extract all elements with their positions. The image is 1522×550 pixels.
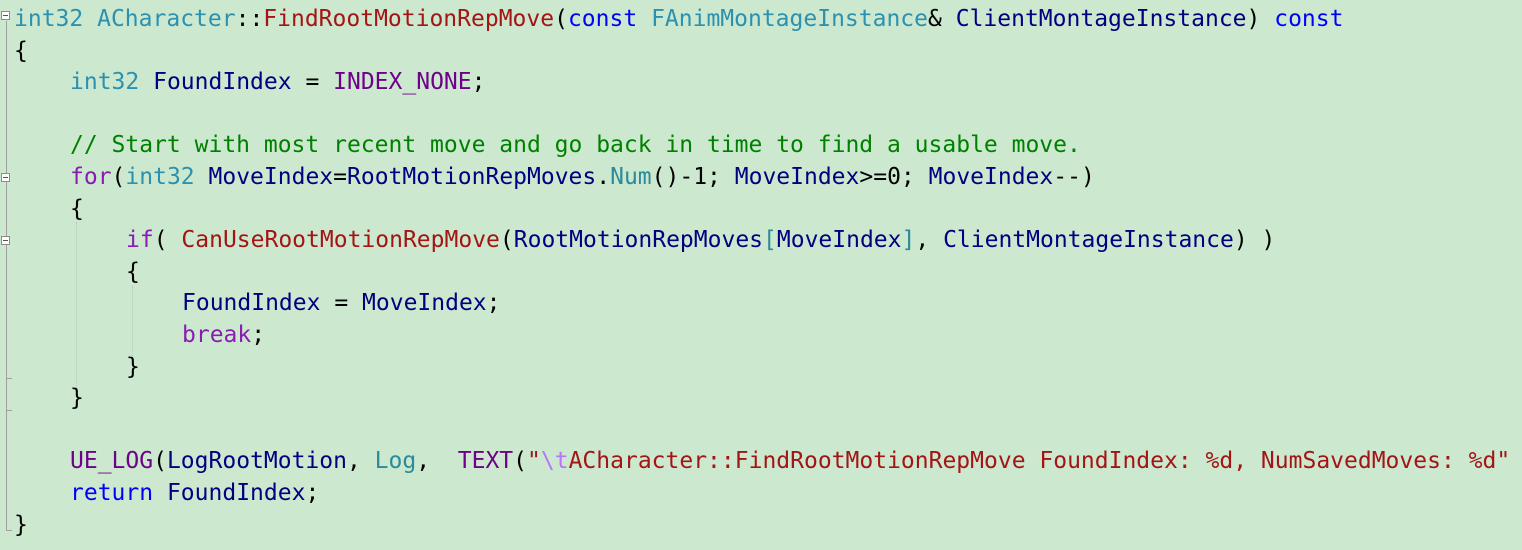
code-token: ; [471, 69, 486, 96]
code-token: [ [763, 227, 777, 254]
code-line[interactable]: // Start with most recent move and go ba… [70, 130, 1081, 161]
collapse-if-icon[interactable] [1, 236, 10, 245]
code-token: UE_LOG [70, 448, 154, 475]
code-line[interactable]: } [126, 352, 140, 383]
code-token: ClientMontageInstance [955, 6, 1247, 32]
code-token: --) [1053, 164, 1095, 190]
code-token: Num [610, 164, 652, 190]
code-token: = [320, 290, 363, 317]
code-token: MoveIndex [776, 227, 902, 254]
code-line[interactable]: { [14, 36, 28, 67]
outline-end-tick [6, 378, 12, 379]
code-token: int32 [70, 69, 140, 96]
code-token: & [928, 6, 956, 32]
code-token: = [291, 69, 334, 96]
code-line[interactable]: return FoundIndex; [70, 478, 319, 509]
code-token: // Start with most recent move and go ba… [70, 132, 1081, 159]
code-token: { [70, 195, 84, 222]
code-token: FAnimMontageInstance [651, 6, 929, 32]
code-line[interactable]: { [126, 257, 140, 288]
code-token: int32 [125, 164, 195, 190]
code-token: TEXT [457, 448, 514, 475]
code-line[interactable]: break; [182, 320, 265, 351]
code-token: FoundIndex [182, 290, 321, 317]
code-token: ; [486, 290, 501, 317]
code-token: ) ) [1233, 227, 1276, 254]
code-token: int32 [14, 6, 84, 32]
code-editor[interactable]: int32 ACharacter::FindRootMotionRepMove(… [0, 0, 1522, 550]
code-token: INDEX_NONE [333, 69, 472, 96]
code-token: } [70, 385, 84, 412]
code-token: ( [153, 448, 167, 475]
code-line[interactable]: } [70, 383, 84, 414]
code-token: MoveIndex [362, 290, 487, 317]
code-token: ( [499, 227, 514, 254]
code-token: ( [554, 6, 568, 32]
code-token: FoundIndex [153, 69, 292, 96]
code-token: RootMotionRepMoves [347, 164, 597, 190]
code-token: ClientMontageInstance [943, 227, 1234, 254]
code-token: MoveIndex [928, 164, 1054, 190]
code-line[interactable]: { [70, 194, 84, 225]
code-line[interactable]: int32 FoundIndex = INDEX_NONE; [70, 67, 485, 98]
outline-end-tick [6, 530, 12, 531]
code-token: ()-1; [651, 164, 735, 190]
code-line[interactable]: FoundIndex = MoveIndex; [182, 288, 501, 319]
code-token: , [915, 227, 944, 254]
code-token: " [527, 448, 541, 475]
indent-guide [76, 222, 77, 392]
code-token: ) [1246, 6, 1275, 32]
code-token: { [126, 258, 140, 285]
outline-line [6, 21, 7, 531]
code-token: FoundIndex [166, 480, 306, 506]
code-token: const [567, 6, 638, 32]
code-token: } [126, 353, 140, 380]
outlining-margin [0, 0, 14, 550]
code-token: CanUseRootMotionRepMove [181, 227, 500, 254]
code-token: MoveIndex [208, 164, 334, 190]
code-token: . [596, 164, 611, 190]
code-token: ( [513, 448, 528, 475]
code-line[interactable]: if( CanUseRootMotionRepMove(RootMotionRe… [126, 225, 1275, 256]
code-token: Log [374, 448, 417, 475]
code-token: :: [235, 6, 264, 32]
code-token: ; [305, 480, 320, 506]
code-token: , [346, 448, 375, 475]
collapse-function-icon[interactable] [1, 11, 10, 20]
code-token: ACharacter [97, 6, 236, 32]
code-token: ACharacter::FindRootMotionRepMove FoundI… [568, 448, 1511, 475]
code-token: MoveIndex [734, 164, 860, 190]
code-token: \t [540, 448, 569, 475]
code-token: = [333, 164, 347, 190]
code-line[interactable]: for(int32 MoveIndex=RootMotionRepMoves.N… [70, 162, 1095, 193]
collapse-for-icon[interactable] [1, 173, 10, 182]
indent-guide [132, 286, 133, 360]
code-token: if [126, 227, 154, 254]
code-token: ] [901, 227, 916, 254]
code-line[interactable]: int32 ACharacter::FindRootMotionRepMove(… [14, 4, 1343, 35]
code-token: } [14, 511, 28, 538]
code-token: ( [111, 164, 126, 190]
code-token: ( [153, 227, 182, 254]
code-line[interactable]: UE_LOG(LogRootMotion, Log, TEXT("\tAChar… [70, 446, 1510, 477]
code-token: ; [251, 322, 266, 348]
code-token: RootMotionRepMoves [513, 227, 764, 254]
code-token: >=0; [859, 164, 929, 190]
outline-end-tick [6, 410, 12, 411]
code-token: break [182, 322, 252, 348]
code-token: { [14, 37, 28, 64]
code-token: FindRootMotionRepMove [263, 6, 555, 32]
code-line[interactable]: } [14, 510, 28, 541]
code-token: , [416, 448, 458, 475]
code-token: LogRootMotion [166, 448, 347, 475]
code-token: const [1274, 6, 1344, 32]
code-token: for [70, 164, 112, 190]
code-token: return [70, 480, 154, 506]
